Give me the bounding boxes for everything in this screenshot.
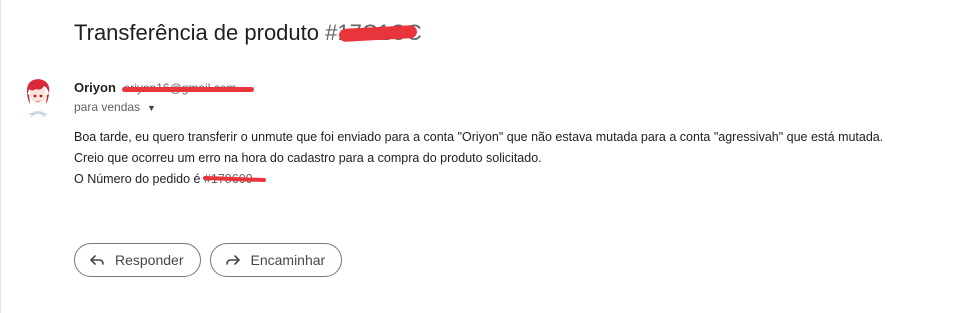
- forward-icon: [225, 252, 241, 268]
- message-actions: Responder Encaminhar: [74, 243, 343, 277]
- recipient-details-toggle[interactable]: para vendas ▼: [74, 100, 156, 114]
- reply-label: Responder: [115, 252, 184, 268]
- recipient-label: para vendas: [74, 100, 141, 114]
- sender-avatar[interactable]: [22, 77, 54, 118]
- sender-info: Oriyon oriyon16@gmail.com: [74, 80, 254, 95]
- order-number-redacted: #178600: [202, 169, 267, 190]
- chevron-down-icon[interactable]: ▼: [147, 103, 156, 113]
- body-line-1: Boa tarde, eu quero transferir o unmute …: [74, 130, 884, 144]
- subject-redacted-id: #17C1CC: [325, 20, 422, 46]
- email-subject: Transferência de produto #17C1CC: [74, 20, 422, 46]
- body-line-3: O Número do pedido é #178600: [74, 169, 883, 190]
- forward-label: Encaminhar: [250, 252, 326, 268]
- email-body: Boa tarde, eu quero transferir o unmute …: [74, 127, 883, 190]
- sender-email-redacted: oriyon16@gmail.com: [121, 81, 254, 95]
- sender-name[interactable]: Oriyon: [74, 80, 116, 95]
- subject-text: Transferência de produto: [74, 20, 319, 45]
- reply-button[interactable]: Responder: [74, 243, 201, 277]
- left-divider: [0, 0, 1, 313]
- body-line-2: Creio que ocorreu um erro na hora do cad…: [74, 151, 542, 165]
- forward-button[interactable]: Encaminhar: [209, 243, 343, 277]
- reply-icon: [89, 252, 105, 268]
